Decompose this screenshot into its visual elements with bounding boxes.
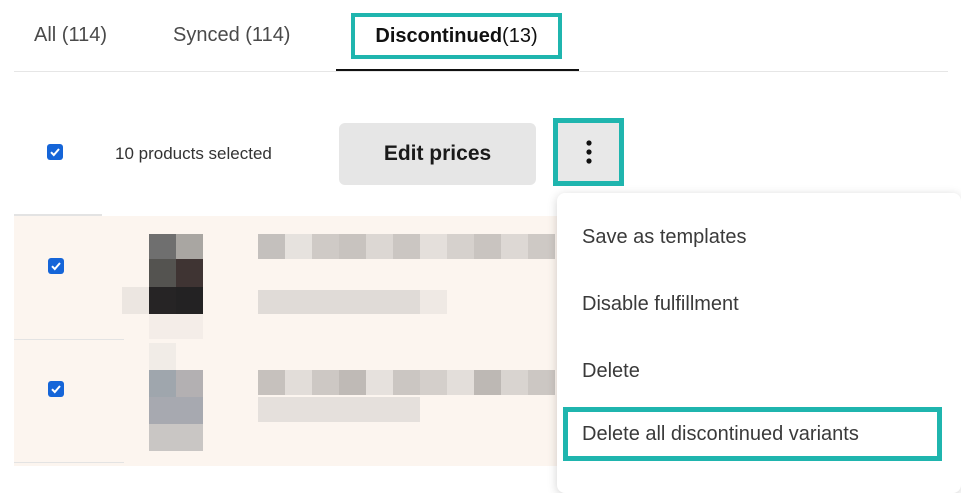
menu-item-delete-all-discontinued-variants[interactable]: Delete all discontinued variants (563, 407, 942, 461)
row-checkbox[interactable] (48, 258, 64, 274)
checkmark-icon (51, 262, 61, 271)
tab-discontinued-label: Discontinued (375, 24, 503, 47)
row-checkbox[interactable] (48, 381, 64, 397)
menu-item-delete[interactable]: Delete (582, 360, 640, 383)
row-divider (14, 462, 124, 463)
checkmark-icon (51, 385, 61, 394)
checkmark-icon (50, 148, 60, 157)
selected-count-text: 10 products selected (115, 144, 272, 163)
more-actions-button[interactable] (553, 118, 624, 186)
bulk-action-toolbar: 10 products selected Edit prices (0, 115, 961, 193)
tab-bar: All (114) Synced (114) Discontinued (13) (0, 0, 961, 72)
tab-discontinued-count: (13) (502, 24, 538, 47)
row-divider (14, 339, 124, 340)
select-all-checkbox[interactable] (47, 144, 63, 160)
menu-item-disable-fulfillment[interactable]: Disable fulfillment (582, 293, 739, 316)
menu-item-save-as-templates[interactable]: Save as templates (582, 226, 747, 249)
tab-divider (14, 71, 948, 72)
vertical-ellipsis-icon (585, 140, 592, 164)
tab-synced[interactable]: Synced (114) (173, 24, 290, 47)
tab-discontinued[interactable]: Discontinued (13) (351, 13, 562, 59)
edit-prices-button[interactable]: Edit prices (339, 123, 536, 185)
more-actions-menu: Save as templates Disable fulfillment De… (557, 193, 961, 493)
menu-item-label: Delete all discontinued variants (582, 422, 859, 445)
tab-all[interactable]: All (114) (34, 24, 107, 47)
